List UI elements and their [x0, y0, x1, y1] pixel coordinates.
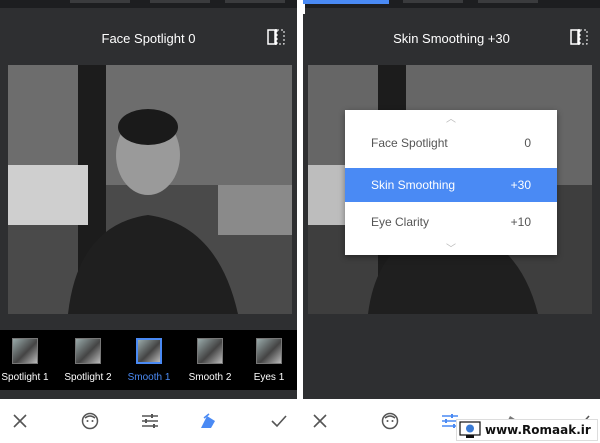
top-strip	[0, 0, 297, 8]
thumbnail-label: Smooth 1	[127, 372, 171, 383]
thumbnail-label: Spotlight 2	[64, 372, 112, 383]
strip-active-segment	[303, 0, 389, 4]
thumbnail-smooth-1[interactable]: Smooth 1	[120, 330, 178, 390]
menu-item-value: +10	[510, 215, 531, 229]
top-strip	[303, 0, 600, 14]
adjustment-title: Face Spotlight 0	[101, 31, 196, 46]
menu-item-label: Skin Smoothing	[371, 178, 456, 192]
compare-icon[interactable]	[570, 29, 588, 45]
style-thumbnails: Spotlight 1 Spotlight 2 Smooth 1 Smooth …	[0, 330, 297, 390]
strip-segment	[225, 0, 285, 3]
adjustment-menu: ︿ Face Spotlight 0 Skin Smoothing +30 Ey…	[345, 110, 557, 255]
watermark-logo-icon	[459, 421, 481, 438]
compare-icon[interactable]	[267, 29, 285, 45]
menu-item-label: Eye Clarity	[371, 215, 430, 229]
thumbnail-image	[75, 338, 101, 364]
active-caret	[202, 402, 214, 408]
watermark-banner: www.Romaak.ir	[456, 419, 598, 441]
strip-segment	[478, 0, 538, 3]
thumbnail-spotlight-1[interactable]: Spotlight 1	[0, 330, 54, 390]
strip-segment	[150, 0, 210, 3]
thumbnail-label: Eyes 1	[253, 372, 285, 383]
chevron-down-icon[interactable]: ﹀	[345, 240, 557, 255]
active-caret	[444, 402, 456, 408]
right-editor-panel: Skin Smoothing +30 ︿ Face Spotlight 0 Sk…	[303, 0, 600, 443]
thumbnail-spotlight-2[interactable]: Spotlight 2	[59, 330, 117, 390]
sliders-icon[interactable]	[137, 408, 163, 434]
photo-preview[interactable]	[8, 65, 292, 314]
menu-item-label: Face Spotlight	[371, 136, 448, 150]
menu-item-value: 0	[524, 136, 531, 150]
chevron-up-icon[interactable]: ︿	[345, 110, 557, 125]
thumbnail-eyes-1[interactable]: Eyes 1	[240, 330, 297, 390]
left-editor-panel: Face Spotlight 0 Spotlight 1 Spotlight 2	[0, 0, 297, 443]
check-icon[interactable]	[266, 408, 292, 434]
close-icon[interactable]	[307, 408, 333, 434]
styles-icon[interactable]	[195, 402, 221, 434]
face-icon[interactable]	[377, 408, 403, 434]
thumbnail-smooth-2[interactable]: Smooth 2	[181, 330, 239, 390]
thumbnail-image	[12, 338, 38, 364]
thumbnail-image	[256, 338, 282, 364]
face-icon[interactable]	[77, 408, 103, 434]
strip-segment	[70, 0, 130, 3]
watermark-text: www.Romaak.ir	[485, 423, 591, 437]
thumbnail-image	[197, 338, 223, 364]
adjustment-title: Skin Smoothing +30	[393, 31, 510, 46]
thumbnail-label: Smooth 2	[188, 372, 232, 383]
menu-item-skin-smoothing[interactable]: Skin Smoothing +30	[345, 168, 557, 202]
menu-item-value: +30	[510, 178, 531, 192]
menu-item-eye-clarity[interactable]: Eye Clarity +10	[345, 205, 557, 239]
menu-item-face-spotlight[interactable]: Face Spotlight 0	[345, 126, 557, 160]
thumbnail-label: Spotlight 1	[1, 372, 49, 383]
strip-segment	[403, 0, 463, 3]
thumbnail-image	[136, 338, 162, 364]
close-icon[interactable]	[7, 408, 33, 434]
bottom-toolbar	[0, 399, 297, 443]
